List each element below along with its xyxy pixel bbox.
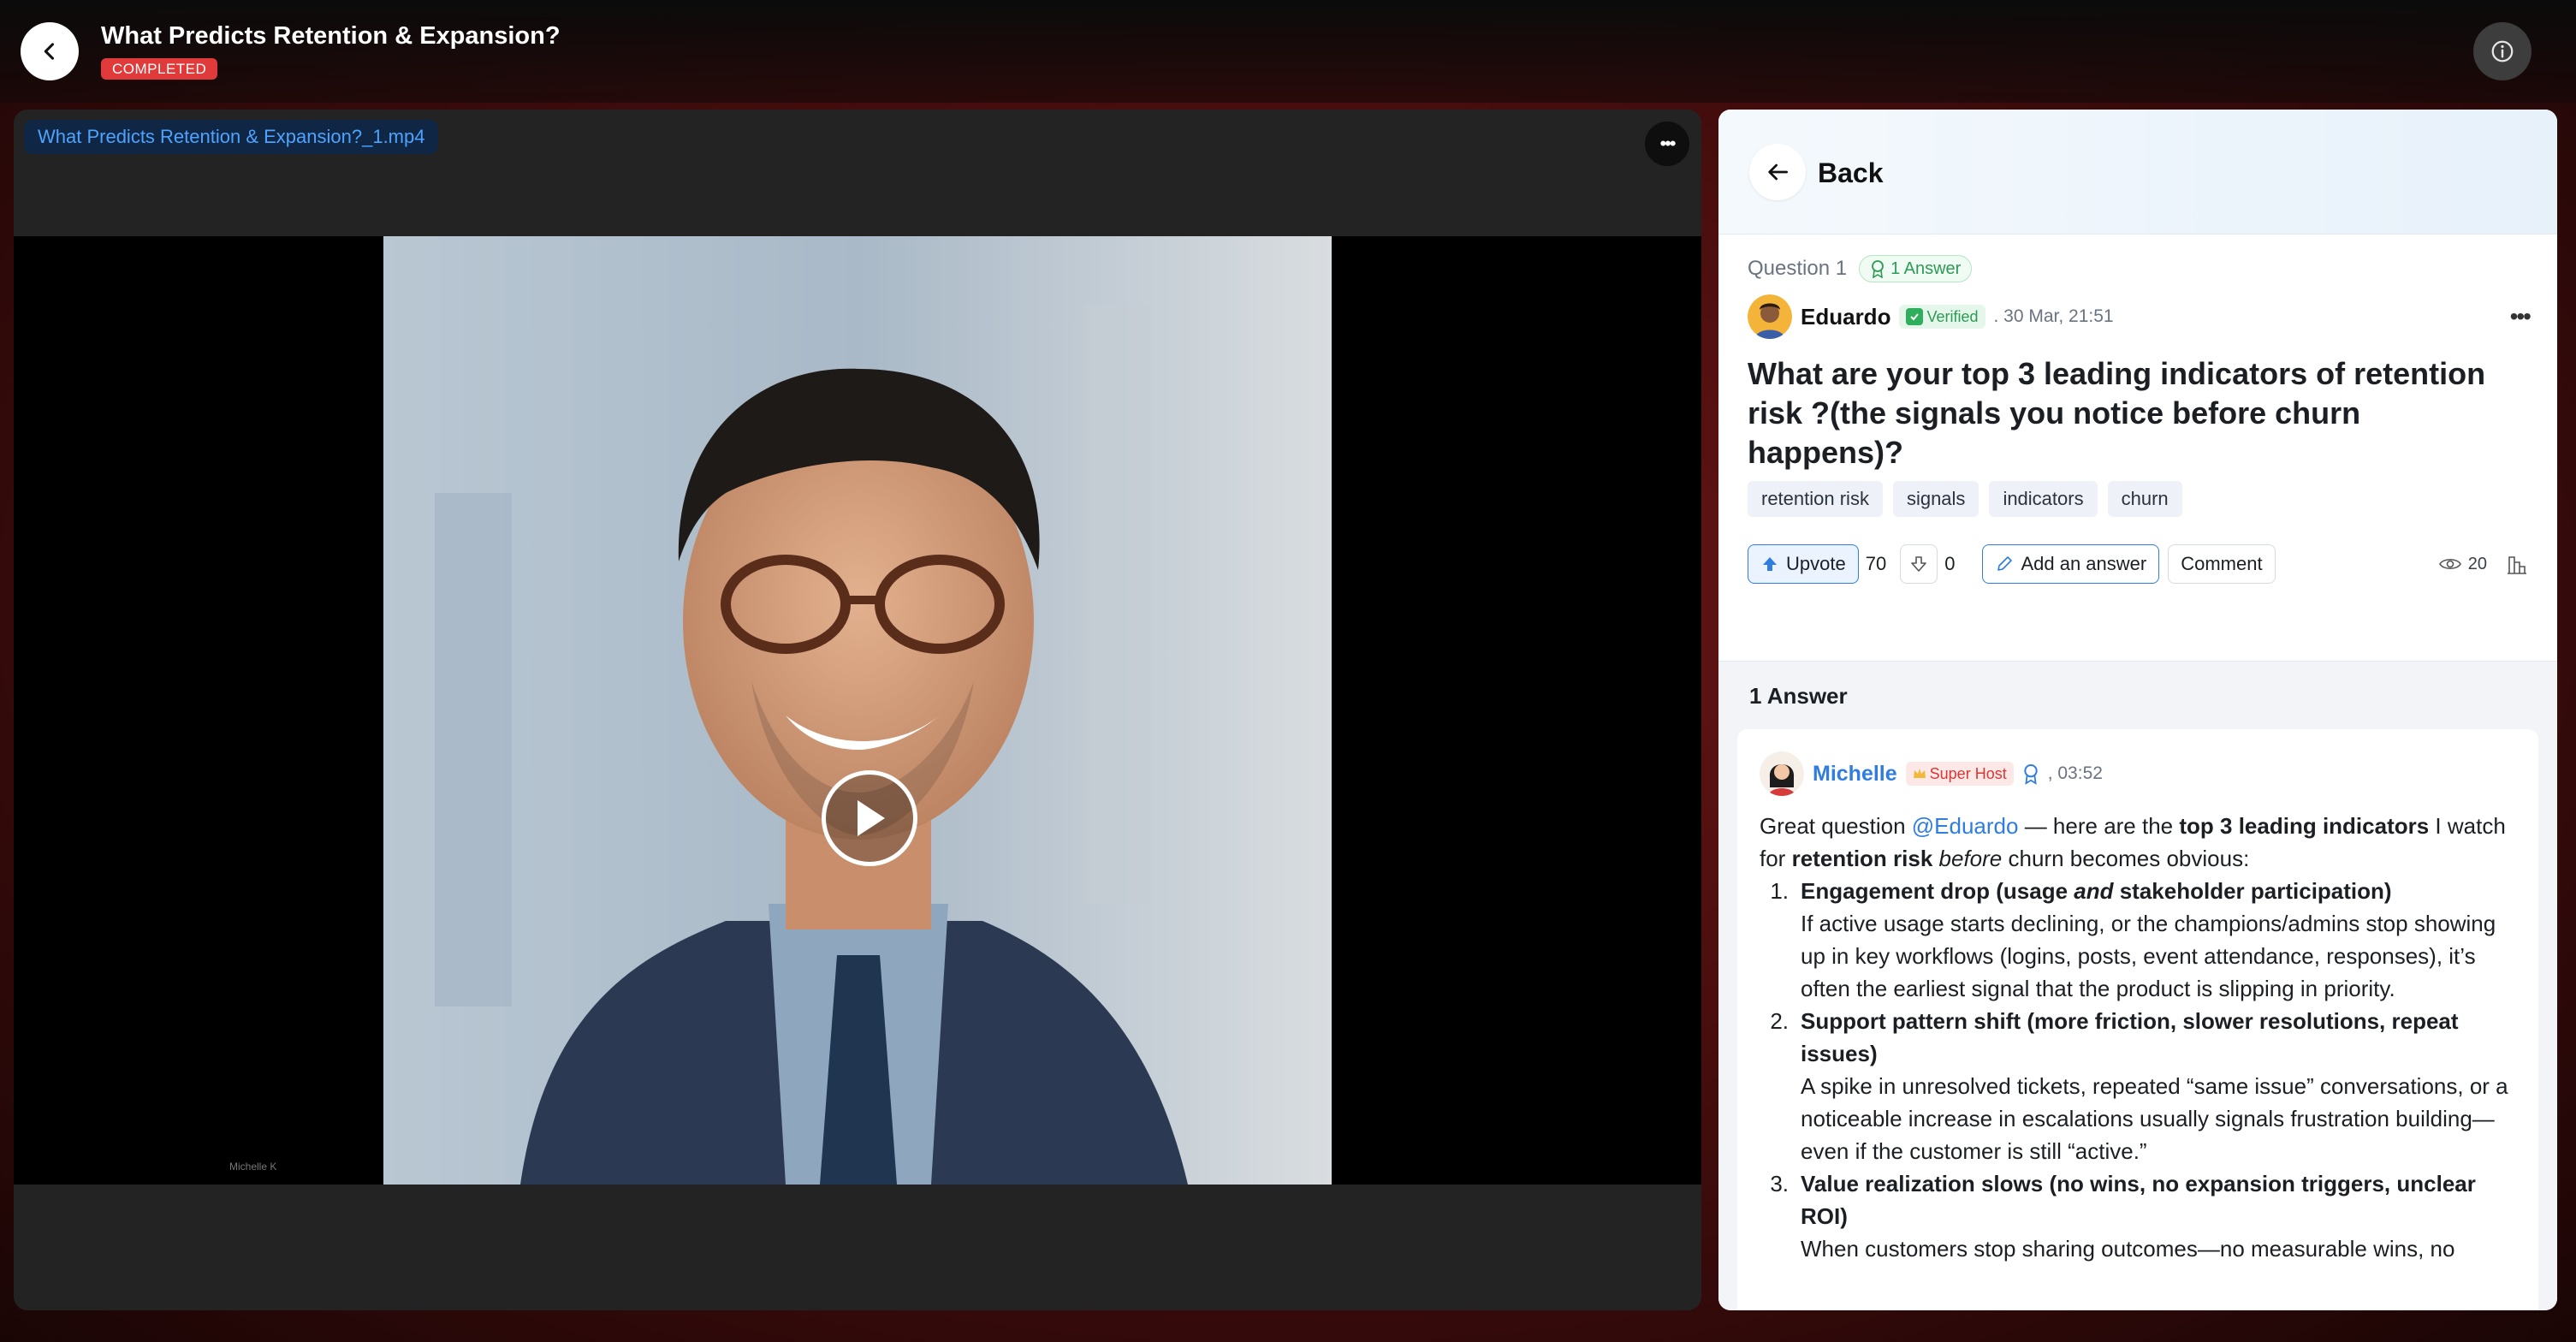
list-item-body: A spike in unresolved tickets, repeated …: [1801, 1073, 2508, 1164]
video-panel: What Predicts Retention & Expansion?_1.m…: [14, 110, 1701, 1310]
views-counter: 20: [2438, 552, 2530, 576]
avatar[interactable]: [1760, 751, 1804, 796]
video-file-name[interactable]: What Predicts Retention & Expansion?_1.m…: [24, 120, 439, 154]
award-icon: [1872, 260, 1884, 278]
downvote-count: 0: [1944, 553, 1956, 574]
answers-count-label: 1 Answer: [1890, 258, 1962, 278]
question-author-row: Eduardo Verified . 30 Mar, 21:51 •••: [1748, 294, 2531, 339]
question-title: What are your top 3 leading indicators o…: [1748, 356, 2486, 470]
video-thumbnail: [383, 236, 1332, 1185]
add-answer-button[interactable]: Add an answer: [1982, 544, 2160, 584]
top-bar: What Predicts Retention & Expansion? COM…: [0, 0, 2576, 103]
verified-label: Verified: [1926, 307, 1979, 325]
play-icon: [858, 800, 885, 836]
info-button[interactable]: [2473, 22, 2531, 80]
list-number: 2.: [1770, 1008, 1789, 1034]
tag[interactable]: signals: [1892, 481, 1979, 517]
answer-text: Great question: [1760, 813, 1912, 839]
status-badge: COMPLETED: [101, 58, 218, 80]
answer-intro: Great question @Eduardo — here are the t…: [1760, 810, 2521, 875]
pencil-icon: [1997, 556, 2013, 571]
indicator-list: 1. Engagement drop (usage and stakeholde…: [1760, 875, 2521, 1265]
video-player[interactable]: Michelle K: [14, 236, 1701, 1185]
list-item-body: If active usage starts declining, or the…: [1801, 911, 2496, 1001]
info-icon: [2491, 40, 2514, 62]
upvote-label: Upvote: [1786, 553, 1846, 574]
question-timestamp: . 30 Mar, 21:51: [1993, 306, 2114, 326]
views-count: 20: [2467, 554, 2487, 573]
award-icon: [2024, 764, 2038, 785]
answer-text-bold: top 3 leading indicators: [2179, 813, 2430, 839]
list-item: 1. Engagement drop (usage and stakeholde…: [1760, 875, 2521, 1005]
qa-panel: Back Question 1 1 Answer Eduardo Verifie…: [1718, 110, 2557, 1310]
back-button[interactable]: [21, 22, 79, 80]
super-host-badge: Super Host: [1905, 762, 2014, 786]
qa-header: Back: [1718, 110, 2557, 235]
answer-author-name[interactable]: Michelle: [1813, 762, 1897, 787]
tag[interactable]: retention risk: [1748, 481, 1883, 517]
list-item-title: Engagement drop (usage and stakeholder p…: [1801, 878, 2392, 904]
upvote-count: 70: [1865, 553, 1887, 574]
list-item: 2. Support pattern shift (more friction,…: [1760, 1005, 2521, 1167]
list-item-body: When customers stop sharing outcomes—no …: [1801, 1236, 2455, 1262]
answer-text-bold: retention risk: [1791, 846, 1933, 871]
page-title: What Predicts Retention & Expansion?: [101, 22, 561, 50]
tag[interactable]: indicators: [1989, 481, 2098, 517]
answers-count-badge: 1 Answer: [1859, 255, 1973, 282]
question-more-button[interactable]: •••: [2510, 303, 2531, 330]
title-part: Engagement drop (usage: [1801, 878, 2074, 904]
title-italic: and: [2074, 878, 2114, 904]
question-number: Question 1: [1748, 257, 1848, 280]
title-part: stakeholder participation): [2113, 878, 2392, 904]
verified-badge: Verified: [1899, 305, 1985, 329]
add-answer-label: Add an answer: [2021, 553, 2147, 574]
mention-link[interactable]: @Eduardo: [1912, 813, 2019, 839]
answer-text: — here are the: [2018, 813, 2180, 839]
list-item-title: Support pattern shift (more friction, sl…: [1801, 1008, 2459, 1066]
eye-icon: [2438, 558, 2461, 570]
downvote-button[interactable]: [1900, 544, 1938, 584]
video-more-button[interactable]: •••: [1645, 122, 1689, 166]
list-number: 1.: [1770, 878, 1789, 904]
answer-timestamp: , 03:52: [2047, 763, 2103, 783]
play-button[interactable]: [822, 770, 917, 866]
answer-text-italic: before: [1938, 846, 2003, 871]
arrow-up-icon: [1763, 557, 1777, 571]
super-host-label: Super Host: [1929, 764, 2007, 782]
list-item: 3. Value realization slows (no wins, no …: [1760, 1167, 2521, 1265]
qa-back-label[interactable]: Back: [1818, 157, 1884, 189]
arrow-left-icon: [1768, 163, 1788, 181]
avatar[interactable]: [1748, 294, 1792, 339]
crown-icon: [1913, 769, 1926, 778]
comment-label: Comment: [2181, 553, 2263, 574]
answer-card: Michelle Super Host , 03:52 Great questi…: [1737, 729, 2538, 1310]
chevron-left-icon: [44, 43, 55, 60]
question-meta: Question 1 1 Answer: [1748, 255, 1973, 282]
question-author-name[interactable]: Eduardo: [1801, 304, 1890, 330]
bar-chart-icon[interactable]: [2506, 552, 2530, 576]
video-watermark: Michelle K: [229, 1161, 277, 1173]
more-icon: •••: [1659, 133, 1676, 154]
check-icon: [1906, 308, 1924, 325]
list-number: 3.: [1770, 1171, 1789, 1197]
list-item-title: Value realization slows (no wins, no exp…: [1801, 1171, 2476, 1229]
answer-text: churn becomes obvious:: [2002, 846, 2250, 871]
answers-heading: 1 Answer: [1749, 683, 1848, 709]
tag[interactable]: churn: [2107, 481, 2182, 517]
comment-button[interactable]: Comment: [2168, 544, 2276, 584]
answer-author-row: Michelle Super Host , 03:52: [1760, 751, 2103, 796]
upvote-button[interactable]: Upvote: [1748, 544, 1859, 584]
question-actions: Upvote 70 0 Add an answer Comment 20: [1748, 544, 2530, 584]
qa-back-button[interactable]: [1749, 144, 1806, 200]
answer-body: Great question @Eduardo — here are the t…: [1760, 810, 2521, 1265]
tag-list: retention risk signals indicators churn: [1748, 481, 2182, 517]
arrow-down-icon: [1911, 556, 1927, 572]
